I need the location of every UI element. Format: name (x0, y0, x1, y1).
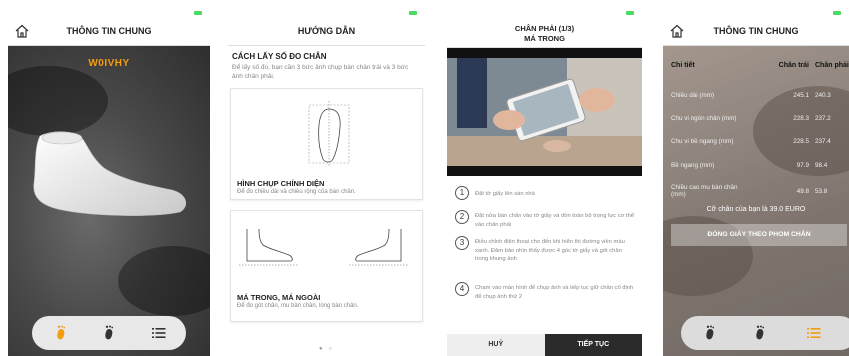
row-right-value: 237.4 (815, 138, 831, 145)
row-right-value: 240.3 (815, 92, 831, 99)
card-title: MÁ TRONG, MÁ NGOÀI (237, 293, 321, 302)
background-shoe (8, 66, 108, 136)
tab-list[interactable] (134, 316, 184, 350)
foot-inner-side-illustration (239, 228, 299, 266)
card-title: HÌNH CHỤP CHÍNH DIỆN (237, 179, 325, 188)
foot-top-view-illustration (308, 101, 350, 167)
measurement-content: Chi tiết Chân trái Chân phải Chiều dài (… (663, 46, 849, 356)
header-left-foot: Chân trái (778, 62, 809, 69)
battery-icon (409, 11, 417, 15)
screen-guide: HƯỚNG DẪN CÁCH LẤY SỐ ĐO CHÂN Để lấy số … (228, 8, 425, 356)
table-row: Bề ngang (mm) 97.9 98.4 (663, 162, 849, 174)
cancel-button[interactable]: HUỶ (447, 334, 545, 356)
card-description: Để đo gót chân, mu bàn chân, lòng bàn ch… (237, 303, 359, 309)
bottom-tab-bar (681, 316, 849, 350)
screen-general-info-measurements: THÔNG TIN CHUNG Chi tiết Chân trái Chân … (663, 8, 849, 356)
card-description: Để đo chiều dài và chiều rộng của bàn ch… (237, 189, 356, 195)
instruction-video[interactable] (447, 48, 642, 176)
step-text: Đặt tờ giấy lên sàn nhà (475, 191, 535, 197)
tab-3d-foot[interactable] (685, 316, 735, 350)
tab-foot-info[interactable] (84, 316, 134, 350)
row-right-value: 237.2 (815, 115, 831, 122)
guide-card-side: MÁ TRONG, MÁ NGOÀI Để đo gót chân, mu bà… (230, 210, 423, 322)
tab-foot-info[interactable] (735, 316, 785, 350)
list-icon (152, 328, 166, 338)
row-label: Chu vi ngón chân (mm) (671, 115, 737, 122)
screen-title: THÔNG TIN CHUNG (66, 26, 152, 36)
header-right-foot: Chân phải (815, 62, 849, 69)
table-row: Chiều cao mu bàn chân (mm) 49.8 53.8 (663, 184, 849, 200)
row-left-value: 97.9 (796, 162, 809, 169)
list-icon-active (807, 328, 821, 338)
battery-icon (194, 11, 202, 15)
step-number: 1 (455, 186, 469, 200)
bottom-tab-bar (32, 316, 186, 350)
top-bar: THÔNG TIN CHUNG (8, 18, 210, 46)
model-viewer[interactable]: W0IVHY (8, 46, 210, 356)
top-bar: THÔNG TIN CHUNG (663, 18, 849, 46)
screen-title-line2: MÁ TRONG (524, 34, 565, 43)
guide-description: Để lấy số đo, bạn cần 3 bức ảnh chụp bàn… (232, 64, 409, 80)
row-left-value: 245.1 (793, 92, 809, 99)
table-row: Chu vi bề ngang (mm) 228.5 237.4 (663, 138, 849, 150)
foot-outer-side-illustration (349, 228, 409, 266)
order-custom-shoe-button[interactable]: ĐÓNG GIÀY THEO PHOM CHÂN (671, 224, 847, 246)
background-shoe (118, 246, 210, 316)
row-label: Chiều cao mu bàn chân (mm) (671, 184, 738, 198)
step-text: Chạm vào màn hình để chụp ảnh và tiếp tụ… (475, 285, 634, 300)
row-right-value: 53.8 (815, 188, 828, 195)
row-right-value: 98.4 (815, 162, 828, 169)
page-indicator[interactable]: ● ○ (228, 346, 425, 352)
foot-icon (756, 325, 765, 340)
guide-heading: CÁCH LẤY SỐ ĐO CHÂN (232, 52, 327, 61)
row-left-value: 228.5 (793, 138, 809, 145)
screen-right-foot-capture: CHÂN PHẢI (1/3) MÁ TRONG 1 Đặt tờ giấy l… (447, 8, 642, 356)
battery-icon (626, 11, 634, 15)
table-header: Chi tiết Chân trái Chân phải (663, 62, 849, 74)
status-bar (228, 8, 425, 18)
screen-general-info-3d: THÔNG TIN CHUNG W0IVHY (8, 8, 210, 356)
row-left-value: 49.8 (796, 188, 809, 195)
continue-button[interactable]: TIẾP TỤC (544, 334, 642, 356)
scan-code: W0IVHY (88, 58, 130, 69)
status-bar (8, 8, 210, 18)
header-detail: Chi tiết (671, 62, 695, 69)
status-bar (663, 8, 849, 18)
step-number: 3 (455, 236, 469, 250)
tab-list[interactable] (789, 316, 839, 350)
status-bar (447, 8, 642, 18)
screen-title: HƯỚNG DẪN (297, 26, 356, 36)
row-left-value: 228.3 (793, 115, 809, 122)
foot-3d-model[interactable] (22, 128, 192, 218)
capture-content: 1 Đặt tờ giấy lên sàn nhà 2 Đặt nửa bàn … (447, 48, 642, 356)
row-label: Chiều dài (mm) (671, 92, 715, 99)
step-text: Đặt nửa bàn chân vào tờ giấy và dồn toàn… (475, 213, 635, 228)
guide-content[interactable]: CÁCH LẤY SỐ ĐO CHÂN Để lấy số đo, bạn cầ… (228, 46, 425, 356)
shoe-size-note: Cỡ chân của bạn là 39.0 EURO (706, 206, 806, 213)
guide-card-front: HÌNH CHỤP CHÍNH DIỆN Để đo chiều dài và … (230, 88, 423, 200)
foot-icon (105, 325, 114, 340)
action-buttons: HUỶ TIẾP TỤC (447, 334, 642, 356)
battery-icon (833, 11, 841, 15)
row-label: Chu vi bề ngang (mm) (671, 138, 734, 145)
top-bar: HƯỚNG DẪN (228, 18, 425, 46)
tab-3d-foot[interactable] (36, 316, 86, 350)
row-label: Bề ngang (mm) (671, 162, 715, 169)
step-number: 2 (455, 210, 469, 224)
step-number: 4 (455, 282, 469, 296)
screen-title-line1: CHÂN PHẢI (1/3) (514, 24, 575, 33)
foot-icon-active (57, 325, 66, 340)
screen-title: THÔNG TIN CHUNG (713, 26, 799, 36)
step-text: Điều chỉnh điện thoại cho đến khi hiển t… (475, 239, 625, 262)
table-row: Chiều dài (mm) 245.1 240.3 (663, 92, 849, 104)
foot-icon (706, 325, 715, 340)
screen-title: CHÂN PHẢI (1/3) MÁ TRONG (447, 24, 642, 44)
hand-holding-phone-image (447, 48, 642, 176)
top-bar: CHÂN PHẢI (1/3) MÁ TRONG (447, 18, 642, 48)
table-row: Chu vi ngón chân (mm) 228.3 237.2 (663, 115, 849, 127)
